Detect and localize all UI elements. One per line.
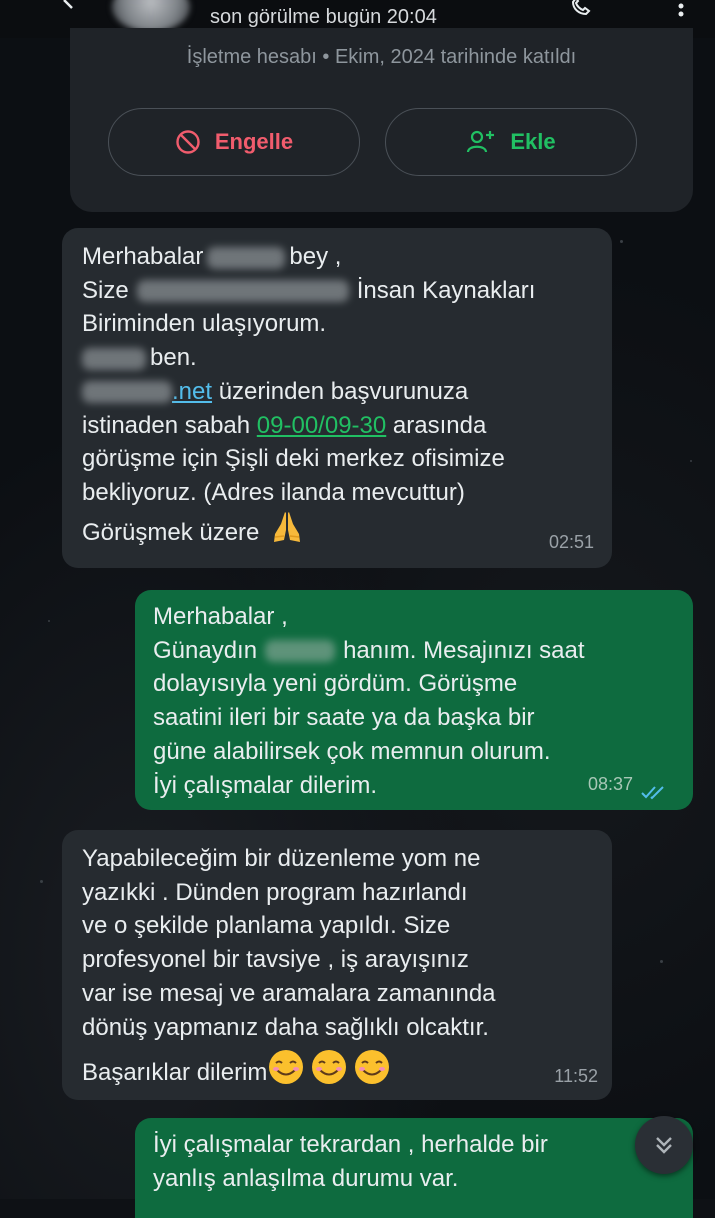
message-text: dönüş yapmanız daha sağlıklı olcaktır. <box>82 1013 489 1041</box>
wallpaper-dot <box>40 880 43 883</box>
website-link[interactable]: .net <box>172 378 212 405</box>
message-text: bey , <box>289 243 342 270</box>
message-line: dönüş yapmanız daha sağlıklı olcaktır. <box>82 1011 592 1045</box>
message-line: Biriminden ulaşıyorum. <box>82 307 592 341</box>
chevron-double-down-icon <box>656 1137 672 1154</box>
message-text: istinaden sabah <box>82 411 257 439</box>
message-line: İyi çalışmalar tekrardan , herhalde bir <box>153 1128 673 1162</box>
message-text: Başarıklar dilerim <box>82 1059 268 1087</box>
message-text: dolayısıyla yeni gördüm. Görüşme <box>153 670 518 698</box>
message-text: ve o şekilde planlama yapıldı. Size <box>82 912 451 940</box>
message-text: profesyonel bir tavsiye , iş arayışınız <box>82 946 469 974</box>
message-line: .net üzerinden başvurunuza <box>82 375 592 409</box>
incoming-message[interactable]: Merhabalar bey , Size İnsan Kaynakları Bir… <box>62 228 612 568</box>
pray-emoji <box>274 511 301 542</box>
message-line: Günaydın hanım. Mesajınızı saat <box>153 634 673 668</box>
business-account-info: İşletme hesabı • Ekim, 2024 tarihinde ka… <box>186 46 577 68</box>
message-line: güne alabilirsek çok memnun olurum. <box>153 735 673 769</box>
message-line: Yapabileceğim bir düzenleme yom ne <box>82 842 592 876</box>
message-text: üzerinden başvurunuza <box>212 377 469 405</box>
wallpaper-dot <box>660 960 663 963</box>
more-options-icon[interactable] <box>676 2 686 26</box>
message-line: Size İnsan Kaynakları <box>82 274 592 308</box>
message-text: Size <box>82 276 129 304</box>
message-line: Görüşmek üzere <box>82 510 592 550</box>
message-line: saatini ileri bir saate ya da başka bir <box>153 701 673 735</box>
add-label: Ekle <box>510 129 556 154</box>
smiling-face-emoji <box>269 1050 390 1085</box>
message-text: hanım. Mesajınızı saat <box>343 636 585 664</box>
redacted-name <box>207 246 286 269</box>
redacted-company <box>136 280 349 303</box>
message-line: Başarıklar dilerim <box>82 1048 592 1090</box>
outgoing-message[interactable]: Merhabalar , Günaydın hanım. Mesajınızı s… <box>135 590 693 810</box>
message-line: bekliyoruz. (Adres ilanda mevcuttur) <box>82 476 592 510</box>
add-contact-button[interactable]: Ekle <box>385 108 637 176</box>
message-line: profesyonel bir tavsiye , iş arayışınız <box>82 943 592 977</box>
message-line: Merhabalar , <box>153 600 673 634</box>
message-text: güne alabilirsek çok memnun olurum. <box>153 737 551 765</box>
back-arrow-icon[interactable] <box>62 0 76 14</box>
message-text: saatini ileri bir saate ya da başka bir <box>153 704 535 732</box>
block-label: Engelle <box>214 129 294 154</box>
message-time: 11:52 <box>554 1066 598 1087</box>
message-text: Günaydın <box>153 636 258 664</box>
add-contact-icon <box>467 130 495 153</box>
redacted-name <box>265 640 336 663</box>
last-seen-status: son görülme bugün 20:04 <box>210 6 437 28</box>
wallpaper-dot <box>48 620 50 622</box>
block-button[interactable]: Engelle <box>108 108 360 176</box>
message-line: ben. <box>82 341 592 375</box>
message-text: arasında <box>386 411 487 439</box>
block-icon <box>176 130 200 154</box>
message-text: yazıkki . Dünden program hazırlandı <box>82 878 468 906</box>
outgoing-message[interactable]: İyi çalışmalar tekrardan , herhalde bir … <box>135 1118 693 1218</box>
scroll-to-bottom-button[interactable] <box>635 1116 693 1174</box>
message-line: yazıkki . Dünden program hazırlandı <box>82 876 592 910</box>
message-text: görüşme için Şişli deki merkez ofisimize <box>82 445 505 473</box>
message-text: var ise mesaj ve aramalara zamanında <box>82 979 496 1007</box>
message-line: dolayısıyla yeni gördüm. Görüşme <box>153 667 673 701</box>
message-text: ben. <box>150 344 197 372</box>
call-icon[interactable] <box>570 0 596 16</box>
message-text: İyi çalışmalar dilerim. <box>153 771 378 799</box>
message-text: Merhabalar <box>82 243 204 270</box>
message-text: bekliyoruz. (Adres ilanda mevcuttur) <box>82 478 465 506</box>
redacted-name <box>82 347 146 370</box>
message-text: Merhabalar , <box>153 603 288 630</box>
message-text: İyi çalışmalar tekrardan , herhalde bir <box>153 1131 548 1158</box>
message-text: Görüşmek üzere <box>82 518 260 546</box>
message-line: yanlış anlaşılma durumu var. <box>153 1162 673 1196</box>
message-line: istinaden sabah 09-00/09-30 arasında <box>82 409 592 443</box>
message-time: 08:37 <box>587 774 633 795</box>
message-text: Biriminden ulaşıyorum. <box>82 310 327 338</box>
message-text: yanlış anlaşılma durumu var. <box>153 1164 459 1192</box>
contact-info-card: İşletme hesabı • Ekim, 2024 tarihinde ka… <box>70 28 693 212</box>
message-line: görüşme için Şişli deki merkez ofisimize <box>82 442 592 476</box>
redacted-site <box>82 381 172 404</box>
message-line: ve o şekilde planlama yapıldı. Size <box>82 909 592 943</box>
wallpaper-dot <box>620 240 623 243</box>
message-line: var ise mesaj ve aramalara zamanında <box>82 977 592 1011</box>
time-range-link[interactable]: 09-00/09-30 <box>257 412 386 439</box>
message-line: Merhabalar bey , <box>82 240 592 274</box>
double-check-icon <box>641 786 664 800</box>
message-text: Yapabileceğim bir düzenleme yom ne <box>82 845 481 872</box>
message-text: İnsan Kaynakları <box>356 276 536 304</box>
wallpaper-dot <box>690 460 692 462</box>
message-time: 02:51 <box>548 532 594 553</box>
incoming-message[interactable]: Yapabileceğim bir düzenleme yom ne yazık… <box>62 830 612 1100</box>
